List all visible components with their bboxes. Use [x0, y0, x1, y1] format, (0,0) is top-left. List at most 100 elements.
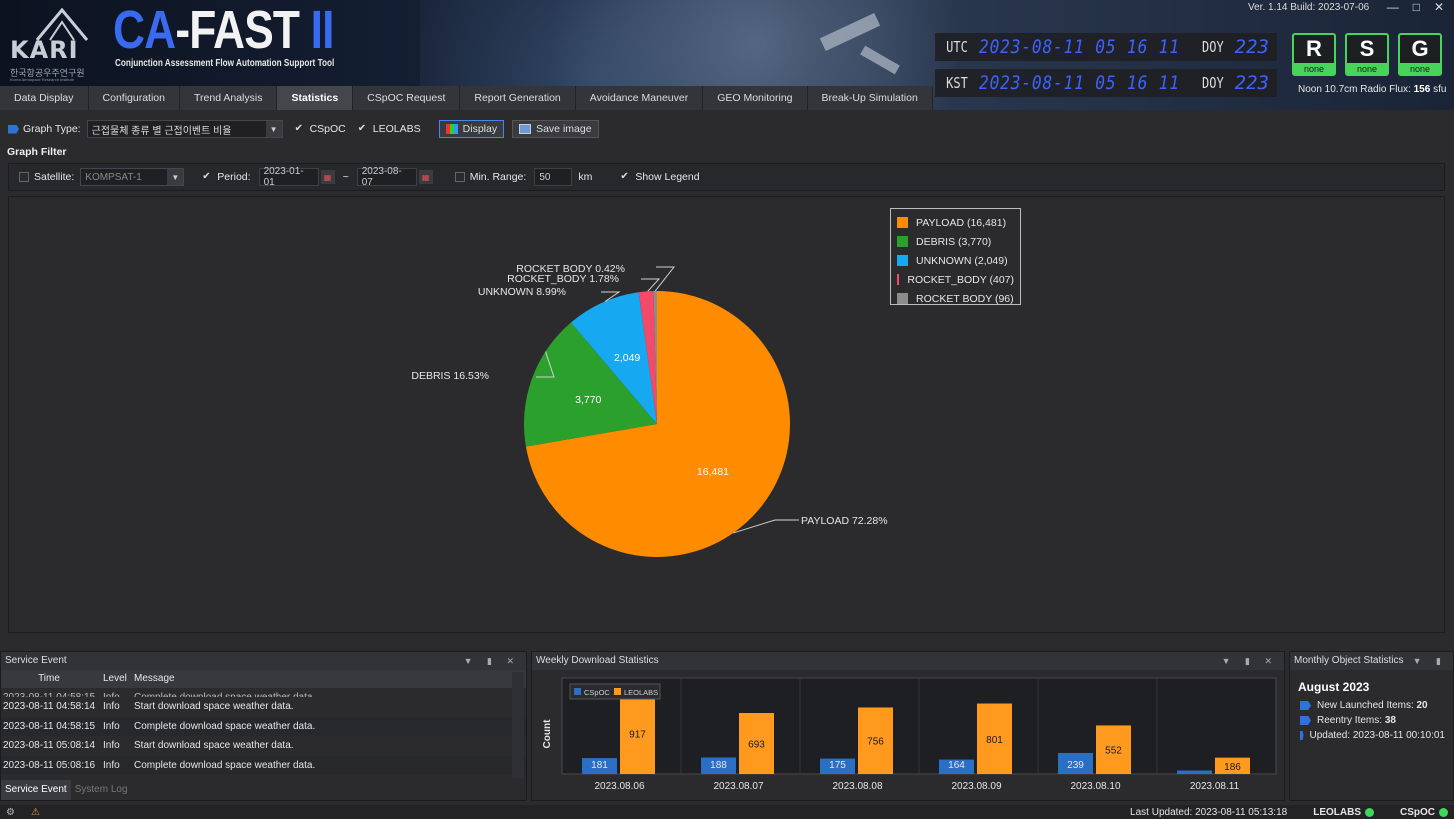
x-tick-label: 2023.08.09: [951, 781, 1001, 792]
bar-cspoc[interactable]: [1177, 770, 1212, 774]
utc-doy: 223: [1234, 36, 1269, 58]
tab-geo-monitoring[interactable]: GEO Monitoring: [703, 86, 808, 110]
slice-percent-label: UNKNOWN 8.99%: [478, 286, 566, 298]
x-tick-label: 2023.08.11: [1190, 781, 1240, 792]
app-window: KARI 한국항공우주연구원 Korea Aerospace Research …: [0, 0, 1454, 819]
app-subtitle: Conjunction Assessment Flow Automation S…: [115, 58, 335, 69]
calendar-icon[interactable]: ▦: [320, 170, 335, 184]
radio-flux: Noon 10.7cm Radio Flux: 156 sfu: [1298, 84, 1447, 95]
slice-percent-label: ROCKET BODY 0.42%: [516, 263, 625, 275]
legend-label: LEOLABS: [624, 688, 658, 697]
tab-configuration[interactable]: Configuration: [88, 86, 180, 110]
service-event-panel: Service Event ▼ ▮ ✕ Time Level Message 20…: [0, 651, 527, 801]
logo-text: KARI: [10, 36, 79, 64]
display-button[interactable]: Display: [438, 120, 505, 138]
show-legend-checkbox[interactable]: ✔ Show Legend: [620, 171, 699, 183]
version-info: Ver. 1.14 Build: 2023-07-06: [1248, 2, 1370, 13]
slice-value-label: 3,770: [575, 394, 601, 406]
leolabs-status-icon: [1365, 807, 1374, 817]
month-heading: August 2023: [1298, 680, 1370, 694]
logo-english: Korea Aerospace Research Institute: [10, 77, 75, 82]
tab-trend-analysis[interactable]: Trend Analysis: [180, 86, 278, 110]
tab-avoidance-maneuver[interactable]: Avoidance Maneuver: [575, 86, 704, 110]
weekly-bar-chart: 181 917 2023.08.06 188 693 2023.08.07 175 756 20…: [542, 677, 1277, 792]
list-item: Reentry Items: 38: [1298, 713, 1445, 728]
legend-item-rocket-body-1: ROCKET_BODY (407): [897, 270, 1014, 289]
period-to-input[interactable]: 2023-08-07: [356, 166, 417, 188]
graph-type-select[interactable]: 근접물체 종류 별 근접이벤트 비율 ▼: [86, 120, 283, 138]
chart-icon: [445, 124, 458, 134]
bar-value-label: 756: [867, 737, 884, 748]
tab-statistics[interactable]: Statistics: [277, 86, 354, 110]
leolabs-checkbox[interactable]: ✔ LEOLABS: [358, 123, 421, 135]
satellite-select[interactable]: KOMPSAT-1 ▼: [80, 168, 185, 186]
table-row[interactable]: 2023-08-11 05:08:16 Info Complete download…: [1, 755, 526, 775]
flag-icon: [1300, 731, 1304, 740]
tab-cspoc-request[interactable]: CSpOC Request: [353, 86, 461, 110]
scrollbar[interactable]: [512, 672, 524, 778]
r-scale-indicator: Rnone: [1292, 33, 1336, 76]
save-image-button[interactable]: Save image: [512, 120, 599, 138]
cspoc-checkbox[interactable]: ✔ CSpOC: [295, 123, 346, 135]
bar-value-label: 175: [829, 760, 846, 771]
flag-icon: [8, 124, 19, 134]
satellite-checkbox[interactable]: Satellite:: [19, 171, 74, 183]
legend-label: CSpOC: [584, 688, 610, 697]
list-item: Updated: 2023-08-11 00:10:01: [1298, 728, 1445, 743]
y-axis-label: Count: [542, 719, 553, 749]
bar-value-label: 164: [948, 760, 965, 771]
cspoc-status: CSpOC: [1400, 806, 1435, 818]
table-row[interactable]: 2023-08-11 04:58:14 Info Start download sp…: [1, 697, 526, 717]
check-icon: ✔: [202, 171, 211, 182]
kst-value: 2023-08-11 05 16 11: [979, 72, 1180, 94]
tab-report-generation[interactable]: Report Generation: [460, 86, 576, 110]
table-row[interactable]: 2023-08-11 05:08:14 Info Start download sp…: [1, 736, 526, 756]
legend-item-payload: PAYLOAD (16,481): [897, 213, 1014, 232]
slice-value-label: 16,481: [697, 466, 729, 478]
panel-controls[interactable]: ▼ ▮ ✕: [464, 652, 520, 670]
x-tick-label: 2023.08.08: [832, 781, 882, 792]
calendar-icon[interactable]: ▦: [418, 170, 433, 184]
maximize-button[interactable]: □: [1413, 0, 1420, 14]
legend-item-unknown: UNKNOWN (2,049): [897, 251, 1014, 270]
legend-item-rocket-body-2: ROCKET BODY (96): [897, 289, 1014, 308]
graph-filter: Satellite: KOMPSAT-1 ▼ ✔ Period: 2023-01-…: [8, 163, 1445, 191]
utc-value: 2023-08-11 05 16 11: [979, 36, 1180, 58]
tab-breakup-simulation[interactable]: Break-Up Simulation: [807, 86, 933, 110]
tab-data-display[interactable]: Data Display: [0, 86, 89, 110]
bar-value-label: 181: [591, 760, 608, 771]
weekly-download-panel: Weekly Download Statistics ▼ ▮ ✕ 181 917 20…: [531, 651, 1285, 801]
tab-service-event[interactable]: Service Event: [1, 780, 71, 800]
minimize-button[interactable]: —: [1387, 0, 1399, 14]
legend-swatch: [614, 688, 621, 695]
graph-type-label: Graph Type:: [23, 123, 81, 135]
tab-system-log[interactable]: System Log: [71, 780, 132, 800]
x-tick-label: 2023.08.10: [1070, 781, 1120, 792]
min-range-input[interactable]: 50: [534, 168, 573, 186]
gear-icon[interactable]: ⚙: [6, 807, 15, 818]
panel-title: Weekly Download Statistics: [536, 655, 659, 666]
check-icon: ✔: [357, 123, 367, 134]
panel-title: Service Event: [5, 655, 67, 666]
chevron-down-icon: ▼: [265, 121, 282, 137]
header: KARI 한국항공우주연구원 Korea Aerospace Research …: [0, 0, 1454, 110]
panel-controls[interactable]: ▼ ▮: [1413, 652, 1447, 670]
alert-icon[interactable]: ⚠: [31, 807, 40, 818]
min-range-checkbox[interactable]: Min. Range:: [454, 171, 526, 183]
flag-icon: [1300, 716, 1311, 725]
bar-value-label: 917: [629, 730, 646, 741]
app-title: CA-FAST II: [113, 0, 334, 60]
table-row[interactable]: 2023-08-11 04:58:15InfoComplete download…: [1, 688, 526, 697]
bar-value-label: 801: [986, 735, 1003, 746]
table-row[interactable]: 2023-08-11 04:58:15InfoComplete download…: [1, 716, 526, 736]
status-bar: ⚙ ⚠ Last Updated: 2023-08-11 05:13:18 LE…: [0, 805, 1454, 819]
pie-legend: PAYLOAD (16,481) DEBRIS (3,770) UNKNOWN …: [890, 208, 1021, 305]
period-from-input[interactable]: 2023-01-01: [258, 166, 319, 188]
period-checkbox[interactable]: ✔ Period:: [202, 171, 250, 183]
event-table-header: Time Level Message: [1, 670, 526, 688]
kari-logo: KARI 한국항공우주연구원 Korea Aerospace Research …: [8, 8, 103, 82]
close-button[interactable]: ✕: [1434, 0, 1444, 14]
chevron-down-icon: ▼: [167, 169, 184, 185]
panel-controls[interactable]: ▼ ▮ ✕: [1222, 652, 1278, 670]
bar-value-label: 239: [1067, 760, 1084, 771]
